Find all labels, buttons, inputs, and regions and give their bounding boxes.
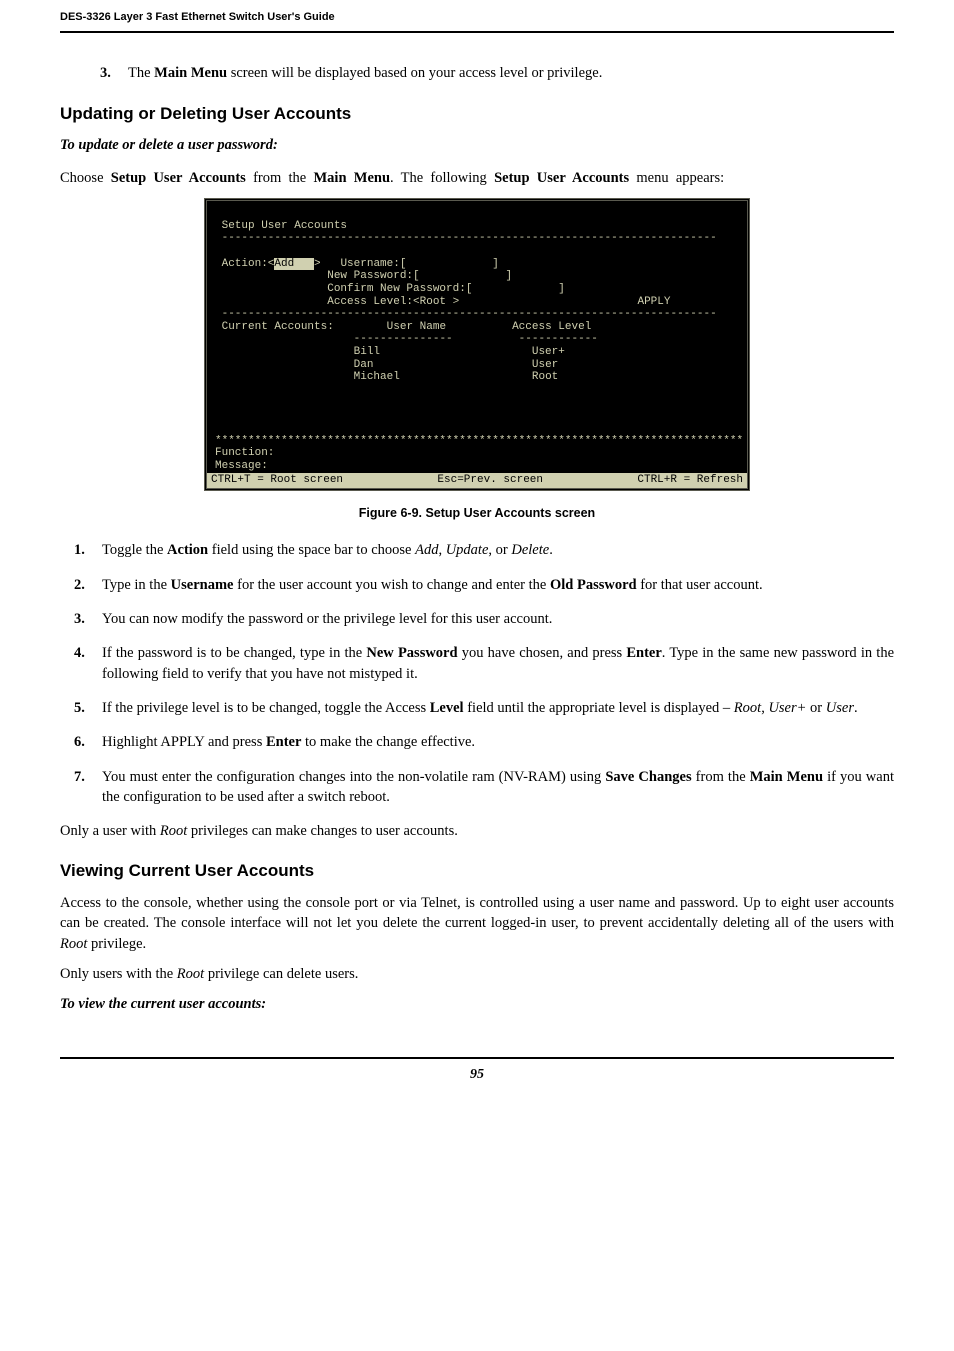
viewing-paragraph-2: Only users with the Root privilege can d… [60,964,894,984]
row-acc: Root [532,371,558,383]
col-username: User Name [387,321,446,333]
step-num: 2. [74,575,102,595]
subhead-view: To view the current user accounts: [60,994,894,1014]
row-user: Bill [354,346,380,358]
step-item: 3.You can now modify the password or the… [60,609,894,629]
row-user: Dan [354,359,374,371]
step-text: If the privilege level is to be changed,… [102,698,894,718]
step-num: 1. [74,540,102,560]
subhead-update: To update or delete a user password: [60,135,894,155]
step-num: 7. [74,767,102,808]
status-right: CTRL+R = Refresh [637,473,743,488]
row-acc: User [532,359,558,371]
apply-button[interactable]: APPLY [637,296,670,308]
figure-caption: Figure 6-9. Setup User Accounts screen [60,505,894,523]
step-num: 4. [74,643,102,684]
message-line: Message: [215,460,268,472]
page-content: 3. The Main Menu screen will be displaye… [0,33,954,1036]
step-text: You must enter the configuration changes… [102,767,894,808]
heading-viewing: Viewing Current User Accounts [60,859,894,883]
confirm-password-field[interactable]: Confirm New Password:[ ] [327,283,565,295]
list-item-3: 3. The Main Menu screen will be displaye… [60,63,894,83]
intro-paragraph: Choose Setup User Accounts from the Main… [60,168,894,188]
row-acc: User+ [532,346,565,358]
step-text: You can now modify the password or the p… [102,609,894,629]
after-steps-paragraph: Only a user with Root privileges can mak… [60,821,894,841]
action-field[interactable]: Add [274,258,314,270]
step-item: 1.Toggle the Action field using the spac… [60,540,894,560]
list-text: The Main Menu screen will be displayed b… [128,63,894,83]
access-level-field[interactable]: Access Level:<Root > [327,296,459,308]
header-title: DES-3326 Layer 3 Fast Ethernet Switch Us… [60,11,335,23]
step-text: Highlight APPLY and press Enter to make … [102,732,894,752]
page-header: DES-3326 Layer 3 Fast Ethernet Switch Us… [60,0,894,33]
steps-list: 1.Toggle the Action field using the spac… [60,540,894,807]
status-mid: Esc=Prev. screen [437,473,543,488]
new-password-field[interactable]: New Password:[ ] [327,270,512,282]
step-item: 6.Highlight APPLY and press Enter to mak… [60,732,894,752]
step-text: Toggle the Action field using the space … [102,540,894,560]
heading-updating: Updating or Deleting User Accounts [60,102,894,126]
username-field[interactable]: Username:[ ] [340,258,498,270]
list-num: 3. [100,63,128,83]
terminal-text: Setup User Accounts --------------------… [207,201,747,472]
figure-6-9: Setup User Accounts --------------------… [60,198,894,522]
terminal-screenshot: Setup User Accounts --------------------… [204,198,750,491]
step-text: If the password is to be changed, type i… [102,643,894,684]
function-line: Function: [215,447,274,459]
step-item: 5.If the privilege level is to be change… [60,698,894,718]
page-number: 95 [60,1059,894,1105]
step-item: 7.You must enter the configuration chang… [60,767,894,808]
step-item: 4.If the password is to be changed, type… [60,643,894,684]
terminal-statusbar: CTRL+T = Root screen Esc=Prev. screen CT… [207,473,747,488]
col-access: Access Level [512,321,591,333]
viewing-paragraph-1: Access to the console, whether using the… [60,893,894,954]
step-num: 3. [74,609,102,629]
step-num: 6. [74,732,102,752]
status-left: CTRL+T = Root screen [211,473,343,488]
page-footer: 95 [60,1057,894,1105]
row-user: Michael [354,371,400,383]
step-item: 2.Type in the Username for the user acco… [60,575,894,595]
step-text: Type in the Username for the user accoun… [102,575,894,595]
step-num: 5. [74,698,102,718]
